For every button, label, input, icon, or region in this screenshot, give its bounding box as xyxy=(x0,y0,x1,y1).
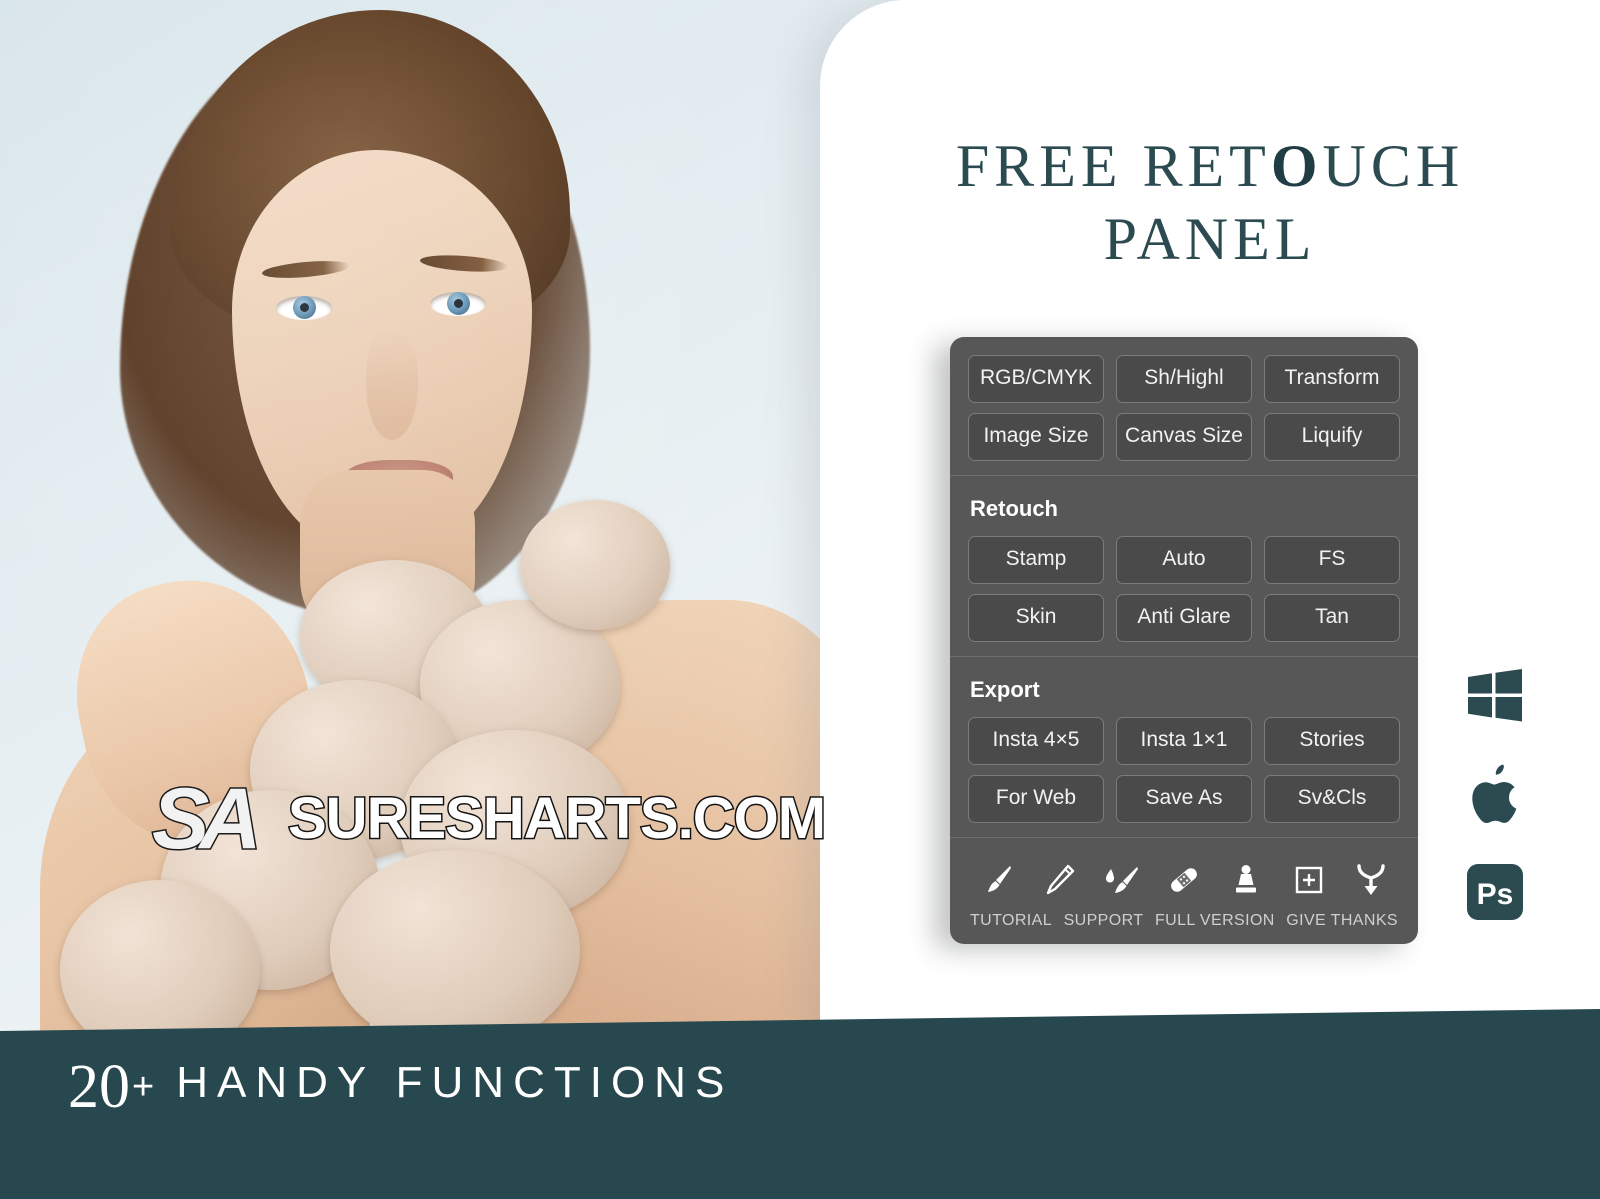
watermark-logo-text: SA xyxy=(150,771,263,867)
button-image-size[interactable]: Image Size xyxy=(968,413,1104,461)
promo-graphic: FREE RETOUCH PANEL RGB/CMYK Sh/Highl Tra… xyxy=(0,0,1600,1199)
model-photo xyxy=(0,0,900,1199)
button-stamp[interactable]: Stamp xyxy=(968,536,1104,584)
label-tutorial[interactable]: TUTORIAL xyxy=(970,912,1052,930)
button-anti-glare[interactable]: Anti Glare xyxy=(1116,594,1252,642)
bottom-banner-text: 20+ HANDY FUNCTIONS xyxy=(68,1056,733,1118)
platform-badges: Ps xyxy=(1455,665,1535,923)
merge-stamp-visible-icon[interactable] xyxy=(1348,858,1394,902)
new-layer-plus-icon[interactable] xyxy=(1286,858,1332,902)
general-button-grid: RGB/CMYK Sh/Highl Transform Image Size C… xyxy=(968,355,1400,461)
banner-number: 20 xyxy=(68,1053,130,1121)
button-rgb-cmyk[interactable]: RGB/CMYK xyxy=(968,355,1104,403)
photoshop-logo-icon: Ps xyxy=(1464,861,1526,923)
tool-icon-row xyxy=(966,854,1402,912)
title-accent-letter: O xyxy=(1270,133,1323,199)
title-line-2: PANEL xyxy=(1103,206,1317,273)
button-save-close[interactable]: Sv&Cls xyxy=(1264,775,1400,823)
portrait-illustration xyxy=(0,0,900,1090)
ruffle-collar-piece xyxy=(330,850,580,1050)
svg-text:Ps: Ps xyxy=(1477,878,1514,911)
panel-section-retouch: Retouch Stamp Auto FS Skin Anti Glare Ta… xyxy=(950,475,1418,656)
page-title: FREE RETOUCH PANEL xyxy=(840,130,1580,276)
button-canvas-size[interactable]: Canvas Size xyxy=(1116,413,1252,461)
button-insta-4x5[interactable]: Insta 4×5 xyxy=(968,717,1104,765)
retouch-panel: RGB/CMYK Sh/Highl Transform Image Size C… xyxy=(950,337,1418,944)
clone-stamp-icon[interactable] xyxy=(1223,858,1269,902)
pencil-icon[interactable] xyxy=(1036,858,1082,902)
export-button-grid: Insta 4×5 Insta 1×1 Stories For Web Save… xyxy=(968,717,1400,823)
title-line-1: FREE RETOUCH xyxy=(840,130,1580,203)
apple-logo-icon xyxy=(1464,763,1526,825)
button-fs[interactable]: FS xyxy=(1264,536,1400,584)
button-transform[interactable]: Transform xyxy=(1264,355,1400,403)
button-insta-1x1[interactable]: Insta 1×1 xyxy=(1116,717,1252,765)
patch-bandage-icon[interactable] xyxy=(1161,858,1207,902)
button-save-as[interactable]: Save As xyxy=(1116,775,1252,823)
windows-logo-icon xyxy=(1464,665,1526,727)
button-liquify[interactable]: Liquify xyxy=(1264,413,1400,461)
section-heading-retouch: Retouch xyxy=(970,496,1058,521)
watermark-logo: SA xyxy=(143,771,284,867)
button-stories[interactable]: Stories xyxy=(1264,717,1400,765)
label-give-thanks[interactable]: GIVE THANKS xyxy=(1286,912,1398,930)
nose xyxy=(366,330,418,440)
brush-icon[interactable] xyxy=(974,858,1020,902)
button-for-web[interactable]: For Web xyxy=(968,775,1104,823)
panel-section-general: RGB/CMYK Sh/Highl Transform Image Size C… xyxy=(950,337,1418,475)
watermark-domain-text: SURESHARTS.COM xyxy=(286,785,827,852)
panel-footer: TUTORIAL SUPPORT FULL VERSION GIVE THANK… xyxy=(950,837,1418,944)
watermark: SA SURESHARTS.COM xyxy=(143,771,828,867)
banner-plus: + xyxy=(132,1066,155,1108)
label-support[interactable]: SUPPORT xyxy=(1064,912,1144,930)
label-full-version[interactable]: FULL VERSION xyxy=(1155,912,1275,930)
tool-label-row: TUTORIAL SUPPORT FULL VERSION GIVE THANK… xyxy=(966,912,1402,930)
mixer-brush-icon[interactable] xyxy=(1099,858,1145,902)
pupil-left xyxy=(300,303,309,312)
button-sh-highl[interactable]: Sh/Highl xyxy=(1116,355,1252,403)
retouch-button-grid: Stamp Auto FS Skin Anti Glare Tan xyxy=(968,536,1400,642)
section-heading-export: Export xyxy=(970,677,1040,702)
button-tan[interactable]: Tan xyxy=(1264,594,1400,642)
ruffle-collar-piece xyxy=(520,500,670,630)
button-skin[interactable]: Skin xyxy=(968,594,1104,642)
panel-section-export: Export Insta 4×5 Insta 1×1 Stories For W… xyxy=(950,656,1418,837)
title-part-post: UCH xyxy=(1322,133,1465,199)
banner-words: HANDY FUNCTIONS xyxy=(176,1058,734,1107)
pupil-right xyxy=(454,299,463,308)
button-auto[interactable]: Auto xyxy=(1116,536,1252,584)
title-part-pre: FREE RET xyxy=(955,133,1271,199)
